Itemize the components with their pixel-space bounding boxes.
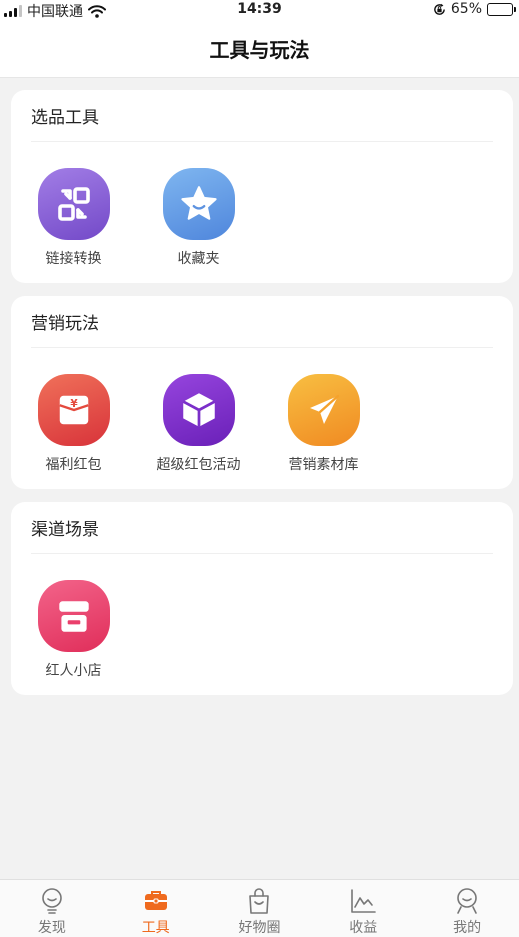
section-header: 营销玩法 bbox=[31, 296, 493, 348]
tool-label: 营销素材库 bbox=[288, 457, 359, 473]
tool-super-red-envelope-event[interactable]: 超级红包活动 bbox=[136, 374, 261, 474]
shopping-bag-icon bbox=[244, 887, 274, 915]
paper-plane-icon bbox=[287, 374, 360, 446]
tool-welfare-red-envelope[interactable]: ¥ 福利红包 bbox=[11, 374, 136, 474]
svg-text:¥: ¥ bbox=[70, 398, 78, 410]
tool-link-convert[interactable]: 链接转换 bbox=[11, 168, 136, 268]
tab-discover[interactable]: 发现 bbox=[0, 880, 104, 937]
tab-mine[interactable]: 我的 bbox=[415, 880, 519, 937]
tab-label: 工具 bbox=[141, 920, 170, 936]
status-bar: 中国联通 14:39 65% bbox=[0, 0, 519, 20]
section-header: 选品工具 bbox=[31, 90, 493, 142]
tool-label: 福利红包 bbox=[45, 457, 102, 473]
battery-icon bbox=[487, 2, 516, 16]
section-title: 渠道场景 bbox=[31, 520, 99, 540]
tab-tools[interactable]: 工具 bbox=[104, 880, 208, 937]
tool-favorites[interactable]: 收藏夹 bbox=[136, 168, 261, 268]
tool-label: 链接转换 bbox=[45, 251, 102, 267]
page-title: 工具与玩法 bbox=[209, 38, 310, 62]
link-convert-icon bbox=[37, 168, 110, 240]
tool-label: 收藏夹 bbox=[177, 251, 220, 267]
bulb-icon bbox=[37, 887, 67, 915]
tool-label: 红人小店 bbox=[45, 663, 102, 679]
section-title: 选品工具 bbox=[31, 108, 99, 128]
tool-influencer-shop[interactable]: 红人小店 bbox=[11, 580, 136, 680]
tool-label: 超级红包活动 bbox=[156, 457, 241, 473]
tool-marketing-materials[interactable]: 营销素材库 bbox=[261, 374, 386, 474]
tab-label: 我的 bbox=[453, 920, 482, 936]
shop-icon bbox=[37, 580, 110, 652]
tab-label: 收益 bbox=[349, 920, 378, 936]
battery-percent: 65% bbox=[450, 1, 482, 17]
tab-label: 发现 bbox=[37, 920, 66, 936]
status-right: 65% bbox=[433, 1, 516, 17]
nav-bar: 工具与玩法 bbox=[0, 20, 519, 78]
tab-earnings[interactable]: 收益 bbox=[311, 880, 415, 937]
orientation-lock-icon bbox=[434, 3, 445, 15]
cube-icon bbox=[162, 374, 235, 446]
tab-goods-circle[interactable]: 好物圈 bbox=[208, 880, 312, 937]
section-header: 渠道场景 bbox=[31, 502, 493, 554]
star-icon bbox=[162, 168, 235, 240]
earnings-chart-icon bbox=[348, 887, 378, 915]
section-marketing: 营销玩法 ¥ 福利红包 超级红包活动 营销素材库 bbox=[11, 296, 513, 489]
section-title: 营销玩法 bbox=[31, 314, 99, 334]
profile-icon bbox=[452, 887, 482, 915]
section-channels: 渠道场景 红人小店 bbox=[11, 502, 513, 695]
red-envelope-icon: ¥ bbox=[37, 374, 110, 446]
tab-label: 好物圈 bbox=[238, 920, 281, 936]
toolbox-icon bbox=[141, 887, 171, 915]
tab-bar: 发现 工具 好物圈 收益 我的 bbox=[0, 879, 519, 937]
section-product-tools: 选品工具 链接转换 收藏夹 bbox=[11, 90, 513, 283]
tools-page: 中国联通 14:39 65% 工具与玩法 选品工具 链接转换 收藏夹 营销玩法 … bbox=[0, 0, 519, 937]
